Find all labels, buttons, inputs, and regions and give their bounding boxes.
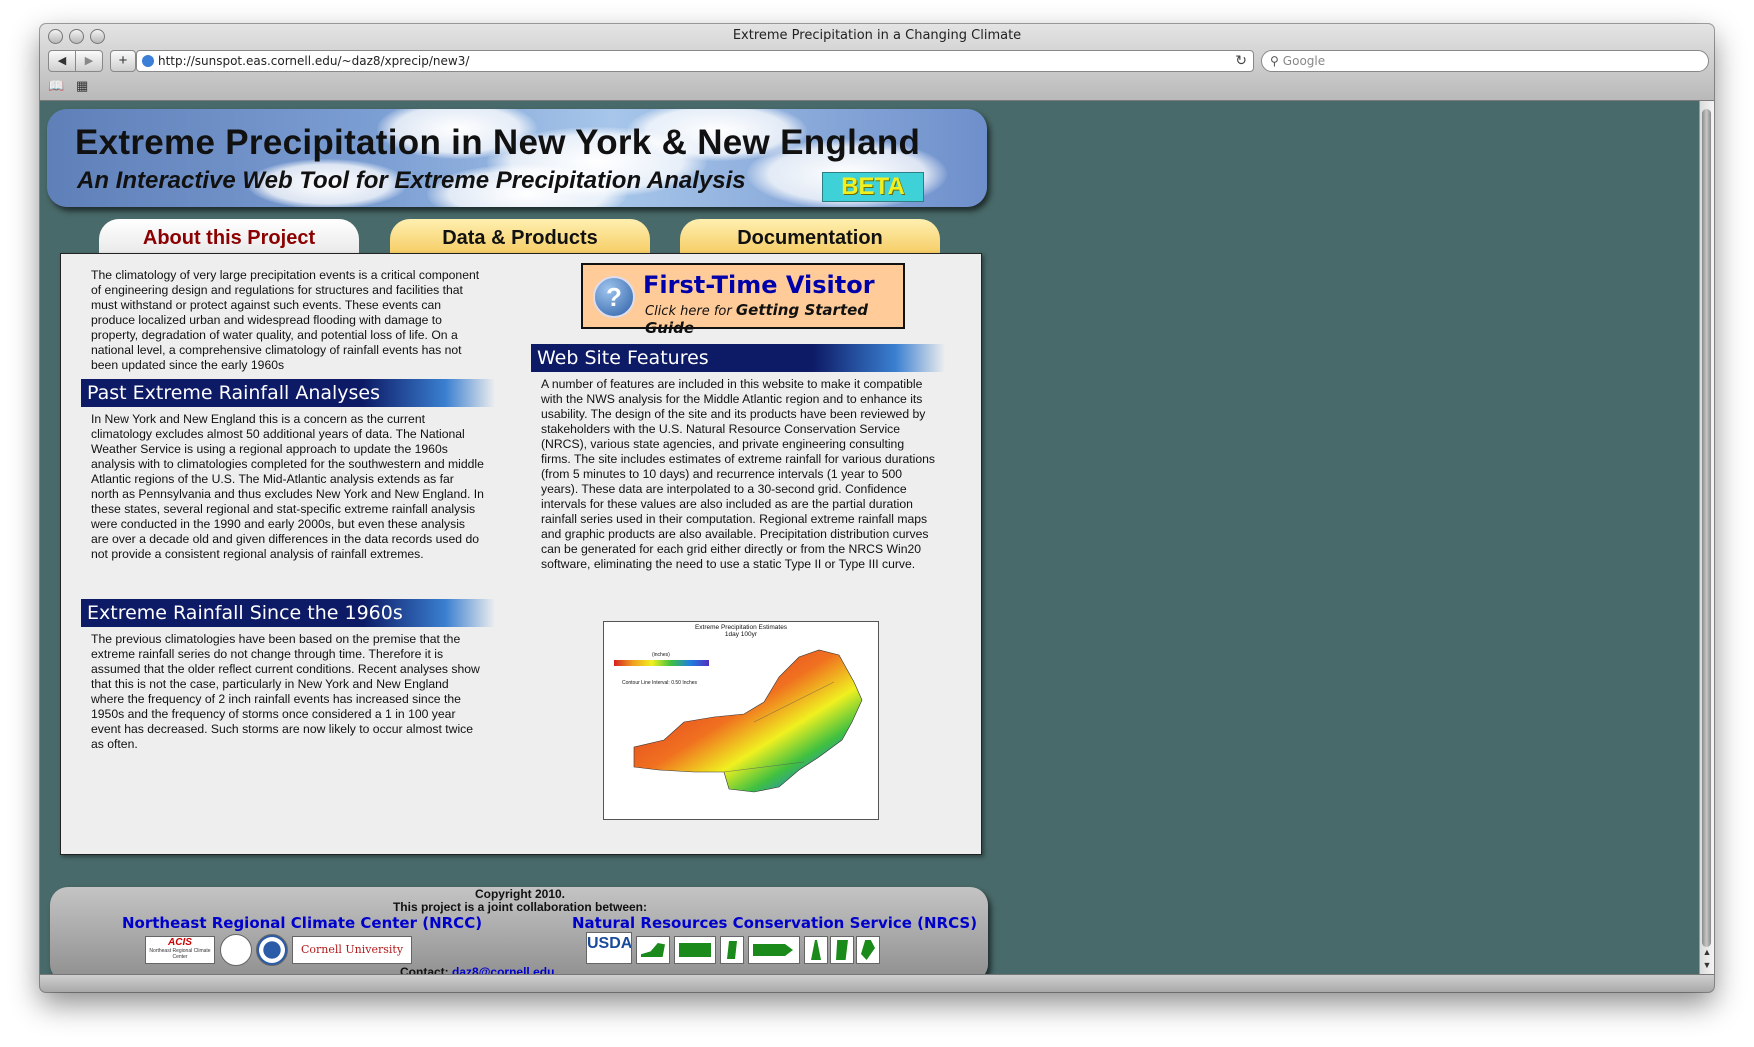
- nws-seal-logo[interactable]: [256, 934, 288, 966]
- vertical-scrollbar[interactable]: ▲ ▼: [1699, 101, 1714, 974]
- massachusetts-state-icon[interactable]: [748, 936, 800, 964]
- reload-icon[interactable]: ↻: [1235, 51, 1247, 71]
- usda-logo[interactable]: USDA: [586, 932, 632, 964]
- browser-toolbar: Extreme Precipitation in a Changing Clim…: [40, 24, 1714, 101]
- connecticut-state-icon[interactable]: [830, 936, 854, 964]
- add-bookmark-button[interactable]: +: [110, 50, 136, 72]
- address-bar[interactable]: http://sunspot.eas.cornell.edu/~daz8/xpr…: [136, 50, 1254, 72]
- since-1960s-heading: Extreme Rainfall Since the 1960s: [81, 599, 495, 627]
- web-features-heading: Web Site Features: [531, 344, 945, 372]
- map-region-shape: [633, 649, 863, 793]
- site-banner: Extreme Precipitation in New York & New …: [47, 109, 987, 207]
- new-hampshire-state-icon[interactable]: [804, 936, 828, 964]
- browser-window: Extreme Precipitation in a Changing Clim…: [40, 24, 1714, 992]
- northeast-precip-map: [633, 649, 863, 793]
- pennsylvania-state-icon[interactable]: [674, 936, 716, 964]
- site-title: Extreme Precipitation in New York & New …: [75, 123, 921, 162]
- scroll-arrows[interactable]: ▲ ▼: [1700, 946, 1714, 974]
- forward-button[interactable]: ▶: [76, 50, 103, 72]
- cornell-logo[interactable]: Cornell University: [292, 936, 412, 964]
- back-button[interactable]: ◀: [48, 50, 76, 72]
- intro-paragraph: The climatology of very large precipitat…: [91, 268, 480, 372]
- search-placeholder: Google: [1282, 54, 1326, 68]
- nrcc-link[interactable]: Northeast Regional Climate Center (NRCC): [122, 914, 482, 932]
- beta-badge: BETA: [822, 172, 924, 202]
- nrcs-link[interactable]: Natural Resources Conservation Service (…: [572, 914, 977, 932]
- search-icon: ⚲: [1270, 54, 1279, 68]
- since-1960s-text: The previous climatologies have been bas…: [91, 632, 480, 751]
- collaboration-text: This project is a joint collaboration be…: [392, 900, 648, 914]
- url-text: http://sunspot.eas.cornell.edu/~daz8/xpr…: [158, 54, 470, 68]
- acis-logo[interactable]: ACIS Northeast Regional Climate Center: [145, 936, 215, 964]
- new-york-state-icon[interactable]: [636, 936, 670, 964]
- main-panel: The climatology of very large precipitat…: [60, 253, 982, 855]
- past-analyses-heading: Past Extreme Rainfall Analyses: [81, 379, 495, 407]
- web-features-text: A number of features are included in thi…: [541, 377, 935, 571]
- maine-state-icon[interactable]: [856, 936, 880, 964]
- getting-started-link[interactable]: Click here for Getting Started Guide: [645, 301, 903, 337]
- page-footer: Copyright 2010. This project is a joint …: [50, 887, 988, 982]
- site-subtitle: An Interactive Web Tool for Extreme Prec…: [77, 167, 746, 194]
- precipitation-map-image[interactable]: Extreme Precipitation Estimates 1day 100y…: [603, 621, 879, 820]
- noaa-seal-logo[interactable]: [220, 934, 252, 966]
- top-sites-grid-icon[interactable]: ▦: [76, 78, 88, 94]
- site-globe-icon: [142, 55, 154, 67]
- status-bar: [40, 974, 1714, 992]
- first-time-title: First-Time Visitor: [643, 271, 875, 299]
- page-content: Extreme Precipitation in New York & New …: [40, 101, 1700, 982]
- vermont-state-icon[interactable]: [720, 936, 744, 964]
- window-title: Extreme Precipitation in a Changing Clim…: [732, 28, 1022, 43]
- scrollbar-thumb[interactable]: [1702, 109, 1711, 947]
- help-question-icon: ?: [593, 276, 635, 318]
- bookmarks-icon[interactable]: 📖: [48, 78, 64, 94]
- past-analyses-text: In New York and New England this is a co…: [91, 412, 484, 561]
- search-field[interactable]: ⚲ Google: [1261, 50, 1709, 72]
- first-time-visitor-button[interactable]: ? First-Time Visitor Click here for Gett…: [581, 263, 905, 337]
- navigation-buttons: ◀ ▶: [48, 50, 103, 72]
- copyright-text: Copyright 2010.: [474, 887, 566, 901]
